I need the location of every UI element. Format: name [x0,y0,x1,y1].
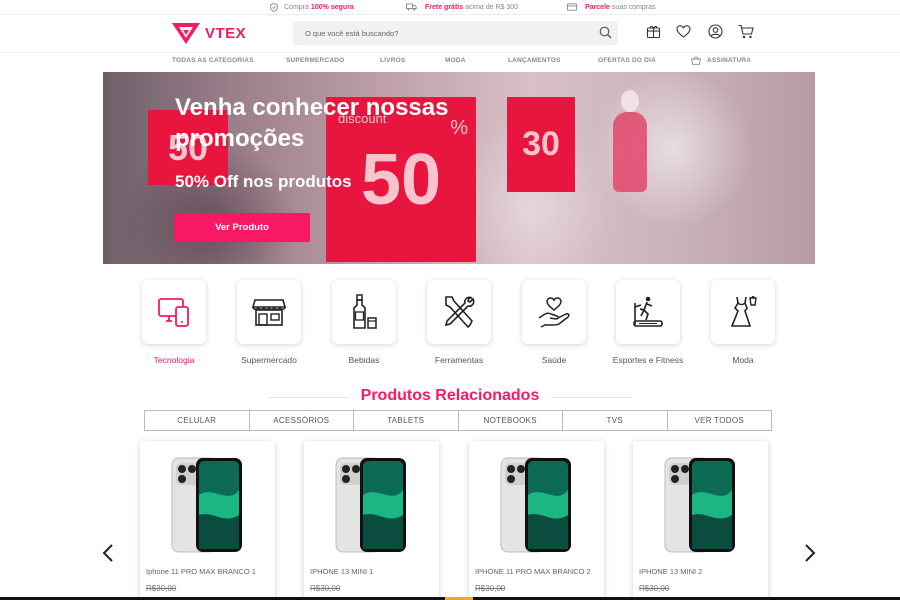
product-card[interactable]: IPHONE 11 PRO MAX BRANCO 2 R$30,00 [469,441,604,600]
credit-card-icon [567,3,577,11]
tools-icon [444,296,475,329]
cart-icon[interactable] [738,24,754,39]
free-shipping-post-text: acima de R$ 300 [465,3,519,11]
tab-ver-todos[interactable]: VER TODOS [668,411,772,430]
iphone-image [171,457,242,553]
heart-hand-icon [538,297,570,328]
category-moda[interactable]: Moda [711,280,775,365]
category-saude[interactable]: Saúde [522,280,586,365]
devices-icon [158,298,189,327]
search-input[interactable] [293,21,583,45]
nav-item-supermercado[interactable]: SUPERMERCADO [286,57,344,64]
banner-sign-3-text: 30 [522,125,560,163]
category-label: Saúde [541,355,567,365]
nav-item-livros[interactable]: LIVROS [380,57,405,64]
dress-icon [730,295,757,327]
banner-sign-3: 30 [507,97,575,192]
category-label: Moda [732,355,754,365]
product-card[interactable]: IPHONE 13 MINI 2 R$30,00 [633,441,768,600]
category-box[interactable] [616,280,680,344]
logo-text: VTEX [205,24,247,42]
header: VTEX [0,15,900,52]
store-icon [252,299,286,326]
category-bebidas[interactable]: Bebidas [332,280,396,365]
nav-item-lancamentos[interactable]: LANÇAMENTOS [508,57,561,64]
category-label: Supermercado [241,355,297,365]
secure-pre-text: Compra [284,3,309,11]
category-label: Tecnologia [153,355,195,365]
tab-acessorios[interactable]: ACESSÓRIOS [250,411,354,430]
tab-celular[interactable]: CELULAR [145,411,250,430]
category-ferramentas[interactable]: Ferramentas [427,280,491,365]
product-tabs: CELULAR ACESSÓRIOS TABLETS NOTEBOOKS TVS… [144,410,772,431]
category-box[interactable] [427,280,491,344]
category-box[interactable] [237,280,301,344]
ver-produto-button[interactable]: Ver Produto [174,213,310,242]
search-bar [293,21,618,45]
category-supermercado[interactable]: Supermercado [237,280,301,365]
installments-bold-text: Parcele [585,3,610,11]
product-card[interactable]: IPHONE 13 MINI 1 R$30,00 [304,441,439,600]
iphone-image [500,457,571,553]
secure-bold-text: 100% segura [310,3,354,11]
tab-tablets[interactable]: TABLETS [354,411,459,430]
page: Compra 100% segura Frete grátis acima de… [0,0,900,600]
tab-tvs[interactable]: TVS [563,411,668,430]
bottle-icon [353,294,377,329]
promo-banner: 50 discount 50 % 30 Venha conhecer nossa… [103,72,815,264]
product-price: R$30,00 [146,584,177,593]
treadmill-icon [633,296,663,327]
nav-item-todas-as-categorias[interactable]: TODAS AS CATEGORIAS [172,57,254,64]
basket-icon [691,56,701,65]
search-icon[interactable] [599,26,612,39]
product-name: Iphone 11 PRO MAX BRANCO 1 [146,567,256,576]
vtex-logo-icon [172,23,200,44]
tab-notebooks[interactable]: NOTEBOOKS [459,411,563,430]
product-name: IPHONE 13 MINI 1 [310,567,374,576]
chevron-left-icon[interactable] [102,543,114,563]
mannequin-image [613,90,647,192]
related-products-title: Produtos Relacionados [0,387,900,405]
top-info-bar: Compra 100% segura Frete grátis acima de… [0,0,900,15]
nav-item-ofertas-do-dia[interactable]: OFERTAS DO DIA [598,57,656,64]
product-price: R$30,00 [475,584,506,593]
gift-box-icon[interactable] [646,24,661,39]
related-title-text: Produtos Relacionados [348,387,552,404]
banner-title: Venha conhecer nossas promoções [175,94,449,152]
truck-icon [406,3,417,11]
category-esportes-e-fitness[interactable]: Esportes e Fitness [613,280,683,365]
nav-item-assinatura[interactable]: ASSINATURA [707,57,751,64]
product-name: IPHONE 11 PRO MAX BRANCO 2 [475,567,591,576]
shield-icon [270,2,278,12]
category-label: Esportes e Fitness [612,355,684,365]
category-box[interactable] [142,280,206,344]
product-price: R$30,00 [639,584,670,593]
chevron-right-icon[interactable] [804,543,816,563]
main-nav: TODAS AS CATEGORIAS SUPERMERCADO LIVROS … [0,52,900,70]
free-shipping-bold-text: Frete grátis [425,3,464,11]
secure-purchase-info: Compra 100% segura [270,2,356,12]
category-label: Bebidas [348,355,380,365]
vtex-logo[interactable]: VTEX [171,21,246,45]
installments-post-text: suas compras [611,3,656,11]
category-box[interactable] [711,280,775,344]
free-shipping-info: Frete grátis acima de R$ 300 [406,3,518,11]
iphone-image [335,457,406,553]
user-icon[interactable] [708,24,723,39]
nav-item-moda[interactable]: MODA [445,57,466,64]
category-label: Ferramentas [434,355,484,365]
category-box[interactable] [332,280,396,344]
banner-subtitle: 50% Off nos produtos [175,172,352,191]
product-price: R$30,00 [310,584,341,593]
product-card[interactable]: Iphone 11 PRO MAX BRANCO 1 R$30,00 [140,441,275,600]
iphone-image [664,457,735,553]
product-name: IPHONE 13 MINI 2 [639,567,703,576]
category-box[interactable] [522,280,586,344]
installments-info: Parcele suas compras [567,3,656,11]
category-tecnologia[interactable]: Tecnologia [142,280,206,365]
heart-icon[interactable] [676,24,691,39]
